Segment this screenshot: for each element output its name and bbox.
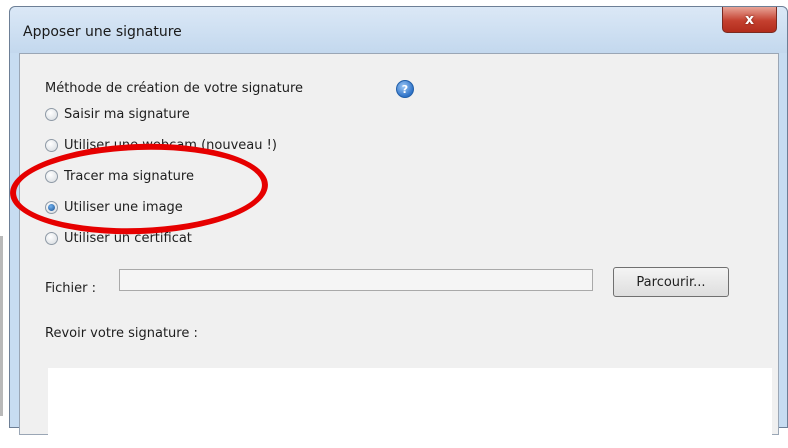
radio-button[interactable]: [45, 108, 58, 121]
radio-label: Saisir ma signature: [64, 107, 190, 122]
radio-button-selected[interactable]: [45, 201, 58, 214]
radio-label: Utiliser une webcam (nouveau !): [64, 138, 277, 153]
radio-option-image[interactable]: Utiliser une image: [45, 200, 183, 215]
dialog-title: Apposer une signature: [23, 24, 182, 40]
help-icon[interactable]: ?: [396, 80, 414, 98]
file-label: Fichier :: [45, 281, 96, 296]
radio-label: Utiliser une image: [64, 200, 183, 215]
dialog-body: Méthode de création de votre signature ?…: [19, 53, 779, 448]
radio-button[interactable]: [45, 139, 58, 152]
file-path-input[interactable]: [119, 269, 593, 291]
radio-option-certificate[interactable]: Utiliser un certificat: [45, 231, 192, 246]
close-button[interactable]: x: [722, 7, 777, 33]
review-label: Revoir votre signature :: [45, 326, 198, 341]
radio-label: Tracer ma signature: [64, 169, 194, 184]
close-icon: x: [744, 11, 755, 28]
radio-option-type[interactable]: Saisir ma signature: [45, 107, 190, 122]
scrollbar-edge: [0, 236, 3, 416]
sign-dialog: Apposer une signature x Méthode de créat…: [9, 6, 788, 448]
signature-preview: [48, 368, 772, 448]
method-heading: Méthode de création de votre signature: [45, 81, 304, 96]
title-bar: Apposer une signature x: [10, 7, 787, 53]
browse-button[interactable]: Parcourir...: [613, 267, 729, 297]
radio-button[interactable]: [45, 232, 58, 245]
radio-option-draw[interactable]: Tracer ma signature: [45, 169, 194, 184]
radio-label: Utiliser un certificat: [64, 231, 192, 246]
radio-button[interactable]: [45, 170, 58, 183]
radio-option-webcam[interactable]: Utiliser une webcam (nouveau !): [45, 138, 277, 153]
